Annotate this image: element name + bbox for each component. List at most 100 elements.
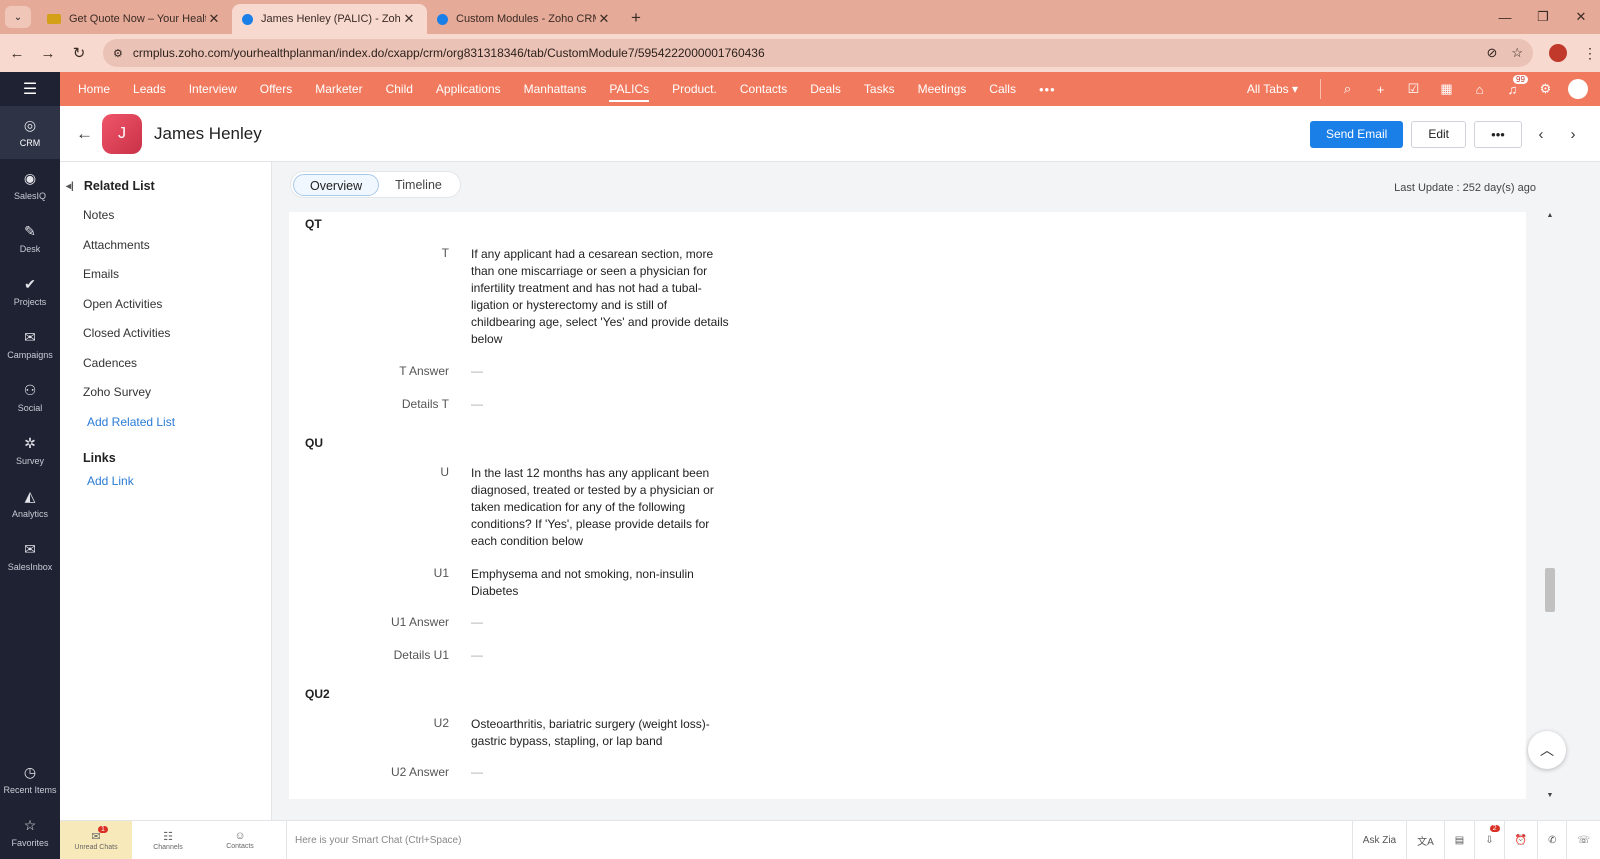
bell-icon[interactable]: ♫ 99 xyxy=(1496,74,1529,97)
nav-tab-product[interactable]: Product. xyxy=(672,82,717,96)
hamburger-menu-icon[interactable]: ☰ xyxy=(0,72,60,106)
alarm-icon[interactable]: ⏰ xyxy=(1503,820,1537,859)
rail-item-desk[interactable]: ✎ Desk xyxy=(0,212,60,265)
unread-badge: 1 xyxy=(98,825,108,833)
browser-tab-0[interactable]: Get Quote Now – Your Health P ✕ xyxy=(37,4,232,34)
back-arrow-icon[interactable]: ← xyxy=(76,124,96,144)
smart-chat-input[interactable]: Here is your Smart Chat (Ctrl+Space) xyxy=(286,820,1352,859)
rail-item-label: Survey xyxy=(15,456,44,466)
projects-icon: ✔ xyxy=(24,276,36,292)
contacts-button[interactable]: ☺ Contacts xyxy=(204,821,276,859)
related-item-closed-activities[interactable]: Closed Activities xyxy=(60,319,271,349)
related-item-emails[interactable]: Emails xyxy=(60,260,271,290)
forward-icon[interactable]: → xyxy=(34,39,62,67)
scroll-up-icon[interactable]: ▲ xyxy=(1544,212,1556,219)
gear-icon[interactable]: ⚙ xyxy=(1529,81,1562,97)
tab-search-button[interactable]: ⌄ xyxy=(5,6,31,28)
back-icon[interactable]: ← xyxy=(3,39,31,67)
restore-icon[interactable]: ❐ xyxy=(1524,0,1562,34)
minimize-icon[interactable]: — xyxy=(1486,0,1524,34)
user-avatar[interactable] xyxy=(1568,79,1588,99)
related-item-cadences[interactable]: Cadences xyxy=(60,349,271,379)
plus-icon[interactable]: + xyxy=(1364,82,1397,97)
browser-tab-1[interactable]: James Henley (PALIC) - Zoho CR ✕ xyxy=(232,4,427,34)
search-icon[interactable]: ⌕ xyxy=(1331,81,1364,97)
browser-menu-icon[interactable]: ⋮ xyxy=(1583,45,1597,62)
rail-item-salesiq[interactable]: ◉ SalesIQ xyxy=(0,159,60,212)
calendar-icon[interactable]: ▦ xyxy=(1430,81,1463,97)
nav-tab-interview[interactable]: Interview xyxy=(189,82,237,96)
more-modules-icon[interactable]: ••• xyxy=(1039,82,1056,97)
download-icon[interactable]: ⇩ 2 xyxy=(1474,820,1503,859)
all-tabs-dropdown[interactable]: All Tabs ▾ xyxy=(1247,82,1298,96)
scroll-to-top-button[interactable]: ︿ xyxy=(1528,731,1566,769)
add-related-list-link[interactable]: Add Related List xyxy=(60,408,271,438)
related-item-notes[interactable]: Notes xyxy=(60,201,271,231)
add-link-link[interactable]: Add Link xyxy=(60,467,271,497)
related-item-open-activities[interactable]: Open Activities xyxy=(60,290,271,320)
send-email-button[interactable]: Send Email xyxy=(1309,120,1404,148)
activity-icon[interactable]: ☑ xyxy=(1397,81,1430,97)
notes-icon[interactable]: ▤ xyxy=(1443,820,1474,859)
nav-tab-child[interactable]: Child xyxy=(386,82,413,96)
nav-tab-meetings[interactable]: Meetings xyxy=(918,82,967,96)
field-value: — xyxy=(471,648,483,662)
close-tab-icon[interactable]: ✕ xyxy=(401,11,417,27)
close-tab-icon[interactable]: ✕ xyxy=(596,11,612,27)
previous-record-icon[interactable]: ‹ xyxy=(1528,126,1554,143)
new-tab-button[interactable]: + xyxy=(622,4,650,32)
nav-tab-home[interactable]: Home xyxy=(78,82,110,96)
tab-timeline[interactable]: Timeline xyxy=(379,174,458,196)
nav-tab-manhattans[interactable]: Manhattans xyxy=(524,82,587,96)
feedback-icon[interactable]: ☏ xyxy=(1566,820,1600,859)
rail-item-favorites[interactable]: ☆ Favorites xyxy=(0,806,60,859)
rail-item-recent-items[interactable]: ◷ Recent Items xyxy=(0,753,60,806)
nav-tab-offers[interactable]: Offers xyxy=(260,82,292,96)
content-scrollbar[interactable]: ▲ ▼ xyxy=(1544,212,1556,799)
nav-tab-deals[interactable]: Deals xyxy=(810,82,841,96)
nav-tab-contacts[interactable]: Contacts xyxy=(740,82,787,96)
related-item-zoho-survey[interactable]: Zoho Survey xyxy=(60,378,271,408)
profile-avatar[interactable] xyxy=(1549,44,1567,62)
field-label: U1 Answer xyxy=(390,615,449,629)
nav-tab-leads[interactable]: Leads xyxy=(133,82,166,96)
translate-icon[interactable]: 文A xyxy=(1406,820,1444,859)
rail-item-campaigns[interactable]: ✉ Campaigns xyxy=(0,318,60,371)
nav-tab-calls[interactable]: Calls xyxy=(989,82,1016,96)
close-tab-icon[interactable]: ✕ xyxy=(206,11,222,27)
field-label: U xyxy=(440,465,449,479)
tab-title: Custom Modules - Zoho CRM xyxy=(456,13,596,25)
bookmark-star-icon[interactable]: ☆ xyxy=(1511,45,1523,61)
rail-item-salesinbox[interactable]: ✉ SalesInbox xyxy=(0,530,60,583)
eye-off-icon[interactable]: ⊘ xyxy=(1486,45,1497,61)
ask-zia-button[interactable]: Ask Zia xyxy=(1351,820,1406,859)
rail-item-analytics[interactable]: ◭ Analytics xyxy=(0,477,60,530)
edit-button[interactable]: Edit xyxy=(1411,120,1466,148)
nav-tab-applications[interactable]: Applications xyxy=(436,82,501,96)
rail-item-projects[interactable]: ✔ Projects xyxy=(0,265,60,318)
reload-icon[interactable]: ↻ xyxy=(65,39,93,67)
rail-item-survey[interactable]: ✲ Survey xyxy=(0,424,60,477)
announcement-icon[interactable]: ✆ xyxy=(1537,820,1566,859)
close-window-icon[interactable]: ✕ xyxy=(1562,0,1600,34)
channels-button[interactable]: ☷ Channels xyxy=(132,821,204,859)
collapse-panel-icon[interactable]: ◂| xyxy=(66,181,74,192)
browser-tab-2[interactable]: Custom Modules - Zoho CRM ✕ xyxy=(427,4,622,34)
related-item-attachments[interactable]: Attachments xyxy=(60,231,271,261)
section-title: QU2 xyxy=(305,687,330,701)
site-settings-icon[interactable]: ⚙ xyxy=(113,47,123,60)
marketplace-icon[interactable]: ⌂ xyxy=(1463,82,1496,97)
nav-tab-palics[interactable]: PALICs xyxy=(609,82,649,102)
rail-item-social[interactable]: ⚇ Social xyxy=(0,371,60,424)
rail-item-crm[interactable]: ◎ CRM xyxy=(0,106,60,159)
scroll-down-icon[interactable]: ▼ xyxy=(1544,792,1556,799)
next-record-icon[interactable]: › xyxy=(1560,126,1586,143)
rail-item-label: Analytics xyxy=(11,509,48,519)
more-actions-button[interactable]: ••• xyxy=(1474,120,1522,148)
scroll-thumb[interactable] xyxy=(1545,568,1555,612)
tab-overview[interactable]: Overview xyxy=(293,173,380,196)
url-field[interactable]: ⚙ crmplus.zoho.com/yourhealthplanman/ind… xyxy=(103,39,1533,67)
unread-chats-button[interactable]: ✉ 1 Unread Chats xyxy=(60,820,132,859)
nav-tab-marketer[interactable]: Marketer xyxy=(315,82,362,96)
nav-tab-tasks[interactable]: Tasks xyxy=(864,82,895,96)
